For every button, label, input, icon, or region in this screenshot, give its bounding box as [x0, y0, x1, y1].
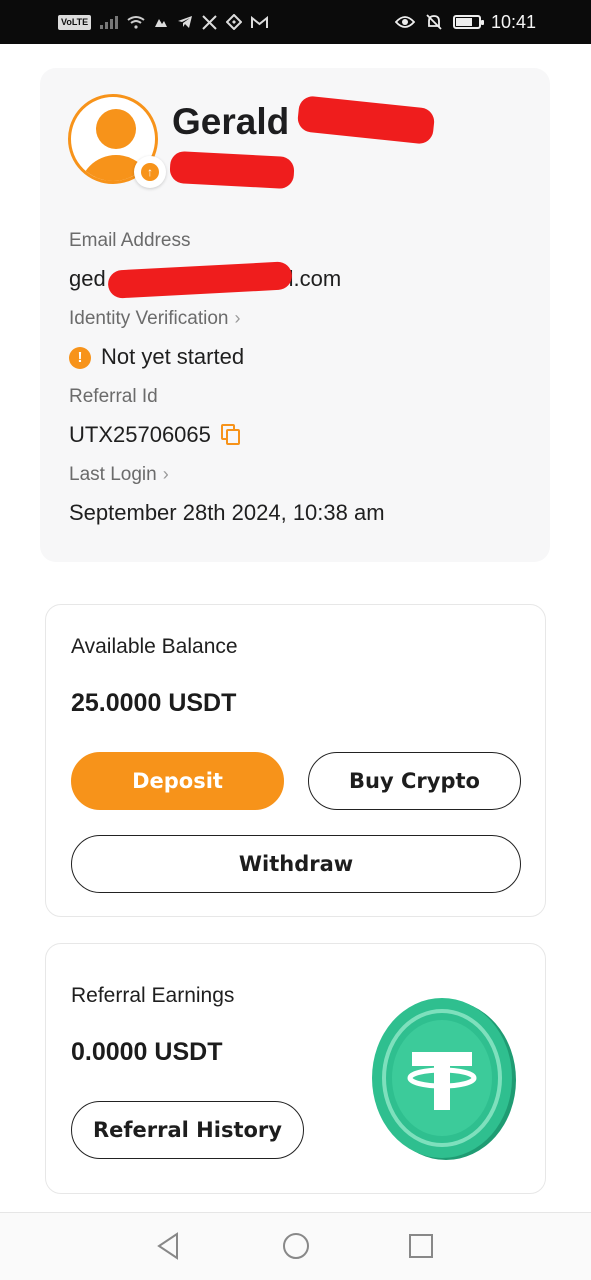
deposit-button[interactable]: Deposit — [71, 752, 284, 810]
telegram-icon — [178, 16, 193, 28]
avatar-head — [96, 109, 136, 149]
referral-title: Referral Earnings — [71, 984, 235, 1007]
balance-title: Available Balance — [71, 635, 238, 658]
wifi-icon — [127, 16, 145, 29]
signal-icon — [100, 15, 119, 29]
back-icon[interactable] — [153, 1231, 183, 1261]
app-icon — [155, 19, 168, 27]
eye-icon — [394, 16, 415, 28]
binance-icon — [226, 14, 243, 30]
last-login-value: September 28th 2024, 10:38 am — [69, 500, 385, 525]
battery-icon — [452, 15, 484, 29]
identity-status: ! Not yet started — [69, 344, 244, 370]
withdraw-button[interactable]: Withdraw — [71, 835, 521, 893]
email-prefix: ged — [69, 266, 106, 291]
recents-icon[interactable] — [406, 1231, 436, 1261]
upload-icon: ↑ — [141, 163, 159, 181]
referral-amount: 0.0000 USDT — [71, 1038, 223, 1066]
upload-avatar-button[interactable]: ↑ — [134, 156, 166, 188]
balance-card: Available Balance 25.0000 USDT Deposit B… — [45, 604, 546, 917]
identity-status-text: Not yet started — [101, 344, 245, 369]
profile-name-first: Gerald — [172, 101, 290, 142]
volte-icon: VoLTE — [58, 14, 92, 30]
gmail-icon — [251, 15, 269, 28]
email-suffix: il.com — [283, 266, 342, 291]
copy-icon[interactable] — [219, 423, 241, 445]
status-time: 10:41 — [490, 11, 536, 32]
last-login-label: Last Login — [69, 464, 157, 485]
identity-label: Identity Verification — [69, 308, 229, 329]
x-icon — [202, 14, 217, 30]
email-label: Email Address — [69, 230, 191, 251]
chevron-right-icon: › — [162, 464, 169, 484]
status-bar: VoLTE 10:41 — [0, 0, 591, 44]
buy-crypto-button[interactable]: Buy Crypto — [308, 752, 521, 810]
profile-card: ↑ Gerald Email Address ged il.com Identit… — [40, 68, 550, 562]
status-bar-right: 10:41 — [394, 11, 536, 33]
last-login-link[interactable]: Last Login › — [69, 464, 169, 486]
system-nav-bar — [0, 1212, 591, 1280]
name-redaction-line2 — [169, 150, 295, 190]
chevron-right-icon: › — [234, 308, 241, 328]
balance-amount: 25.0000 USDT — [71, 689, 237, 717]
identity-verification-link[interactable]: Identity Verification › — [69, 308, 240, 330]
referral-history-button[interactable]: Referral History — [71, 1101, 304, 1159]
referral-id-value: UTX25706065 — [69, 422, 241, 448]
warning-icon: ! — [69, 347, 91, 369]
status-bar-left: VoLTE — [58, 12, 269, 32]
tether-coin-icon — [372, 998, 516, 1160]
home-icon[interactable] — [281, 1231, 311, 1261]
referral-id-text: UTX25706065 — [69, 422, 211, 447]
referral-card: Referral Earnings 0.0000 USDT Referral H… — [45, 943, 546, 1194]
mute-icon — [426, 14, 442, 30]
referral-id-label: Referral Id — [69, 386, 158, 407]
